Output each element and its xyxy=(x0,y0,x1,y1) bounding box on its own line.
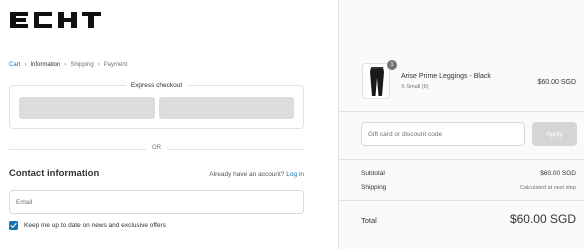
divider-line xyxy=(9,149,146,150)
email-field[interactable] xyxy=(9,190,304,214)
summary-divider xyxy=(339,159,584,160)
newsletter-option[interactable]: Keep me up to date on news and exclusive… xyxy=(9,221,166,230)
express-pay-button-2[interactable] xyxy=(159,97,294,119)
shipping-value: Calculated at next step xyxy=(520,185,576,191)
summary-divider xyxy=(339,200,584,201)
breadcrumb: Cart › Information › Shipping › Payment xyxy=(9,62,127,68)
or-divider: OR xyxy=(9,145,304,153)
account-prompt: Already have an account? Log in xyxy=(209,171,304,178)
discount-input[interactable] xyxy=(362,123,524,146)
product-name: Arise Prime Leggings - Black xyxy=(401,73,491,80)
quantity-badge: 1 xyxy=(387,60,397,70)
express-checkout-title: Express checkout xyxy=(125,82,188,89)
breadcrumb-information: Information xyxy=(30,62,61,68)
subtotal-value: $60.00 SGD xyxy=(540,170,576,177)
express-pay-button-1[interactable] xyxy=(19,97,155,119)
divider-line xyxy=(167,149,304,150)
newsletter-label: Keep me up to date on news and exclusive… xyxy=(24,222,166,229)
logo-icon xyxy=(10,12,101,28)
product-price: $60.00 SGD xyxy=(537,79,576,86)
or-text: OR xyxy=(152,145,161,151)
breadcrumb-payment: Payment xyxy=(103,62,128,68)
product-variant: X-Small (6) xyxy=(401,84,429,90)
contact-heading: Contact information xyxy=(9,168,100,179)
account-prompt-text: Already have an account? xyxy=(209,171,285,178)
login-link[interactable]: Log in xyxy=(286,171,304,178)
chevron-right-icon: › xyxy=(64,62,67,68)
breadcrumb-cart[interactable]: Cart xyxy=(9,62,20,68)
express-checkout: Express checkout xyxy=(9,82,304,129)
breadcrumb-shipping: Shipping xyxy=(70,62,94,68)
subtotal-label: Subtotal xyxy=(361,170,385,177)
shipping-label: Shipping xyxy=(361,184,387,191)
chevron-right-icon: › xyxy=(24,62,27,68)
discount-field[interactable] xyxy=(361,122,525,146)
checkout-main: Cart › Information › Shipping › Payment … xyxy=(0,0,338,249)
summary-divider xyxy=(339,111,584,112)
product-thumbnail xyxy=(362,63,390,99)
total-value: $60.00 SGD xyxy=(509,212,576,226)
chevron-right-icon: › xyxy=(97,62,100,68)
total-label: Total xyxy=(361,216,377,225)
apply-button[interactable]: Apply xyxy=(532,122,577,146)
checkmark-icon xyxy=(10,223,17,228)
email-input[interactable] xyxy=(10,191,303,214)
leggings-image xyxy=(370,67,384,96)
brand-logo[interactable] xyxy=(8,9,102,31)
newsletter-checkbox[interactable] xyxy=(9,221,18,230)
